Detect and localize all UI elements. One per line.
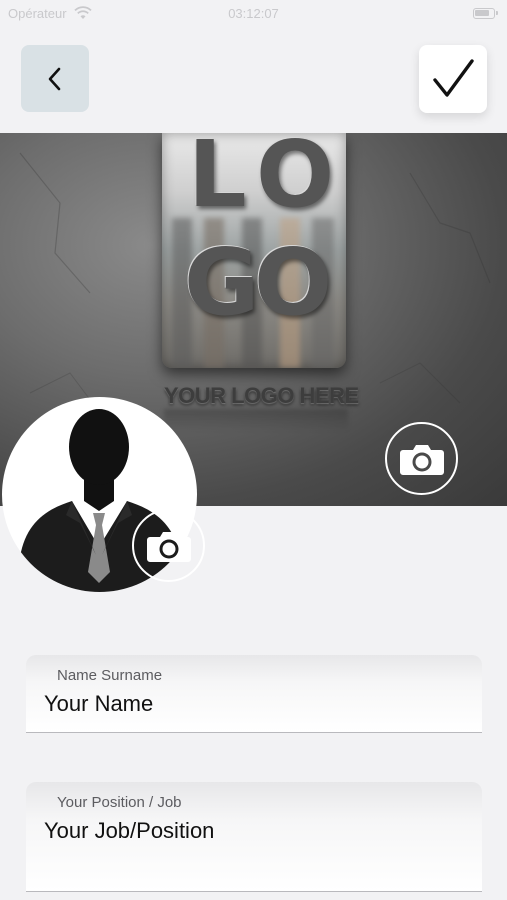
confirm-button[interactable] <box>419 45 487 113</box>
name-field-value[interactable]: Your Name <box>44 691 153 717</box>
logo-letter: O <box>254 229 333 336</box>
status-time: 03:12:07 <box>228 6 279 21</box>
camera-icon <box>399 444 444 475</box>
camera-icon <box>146 531 191 562</box>
name-field[interactable]: Name Surname Your Name <box>26 655 482 733</box>
back-button[interactable] <box>21 45 89 112</box>
checkmark-icon <box>433 59 474 97</box>
logo-letter: O <box>256 133 335 228</box>
logo-tagline: YOUR LOGO HERE <box>164 383 359 408</box>
logo-letter: G <box>184 229 260 336</box>
name-field-label: Name Surname <box>57 667 163 684</box>
change-cover-button[interactable] <box>385 422 458 495</box>
logo-letter: L <box>188 133 247 228</box>
logo-placeholder: L O G O <box>162 133 346 368</box>
job-field[interactable]: Your Position / Job Your Job/Position <box>26 782 482 892</box>
change-avatar-button[interactable] <box>132 509 205 582</box>
logo-reflection <box>164 409 348 431</box>
job-field-label: Your Position / Job <box>57 794 182 811</box>
battery-icon <box>473 8 498 19</box>
status-bar: Opérateur 03:12:07 <box>0 0 507 30</box>
job-field-value[interactable]: Your Job/Position <box>44 818 214 844</box>
chevron-left-icon <box>48 67 61 90</box>
